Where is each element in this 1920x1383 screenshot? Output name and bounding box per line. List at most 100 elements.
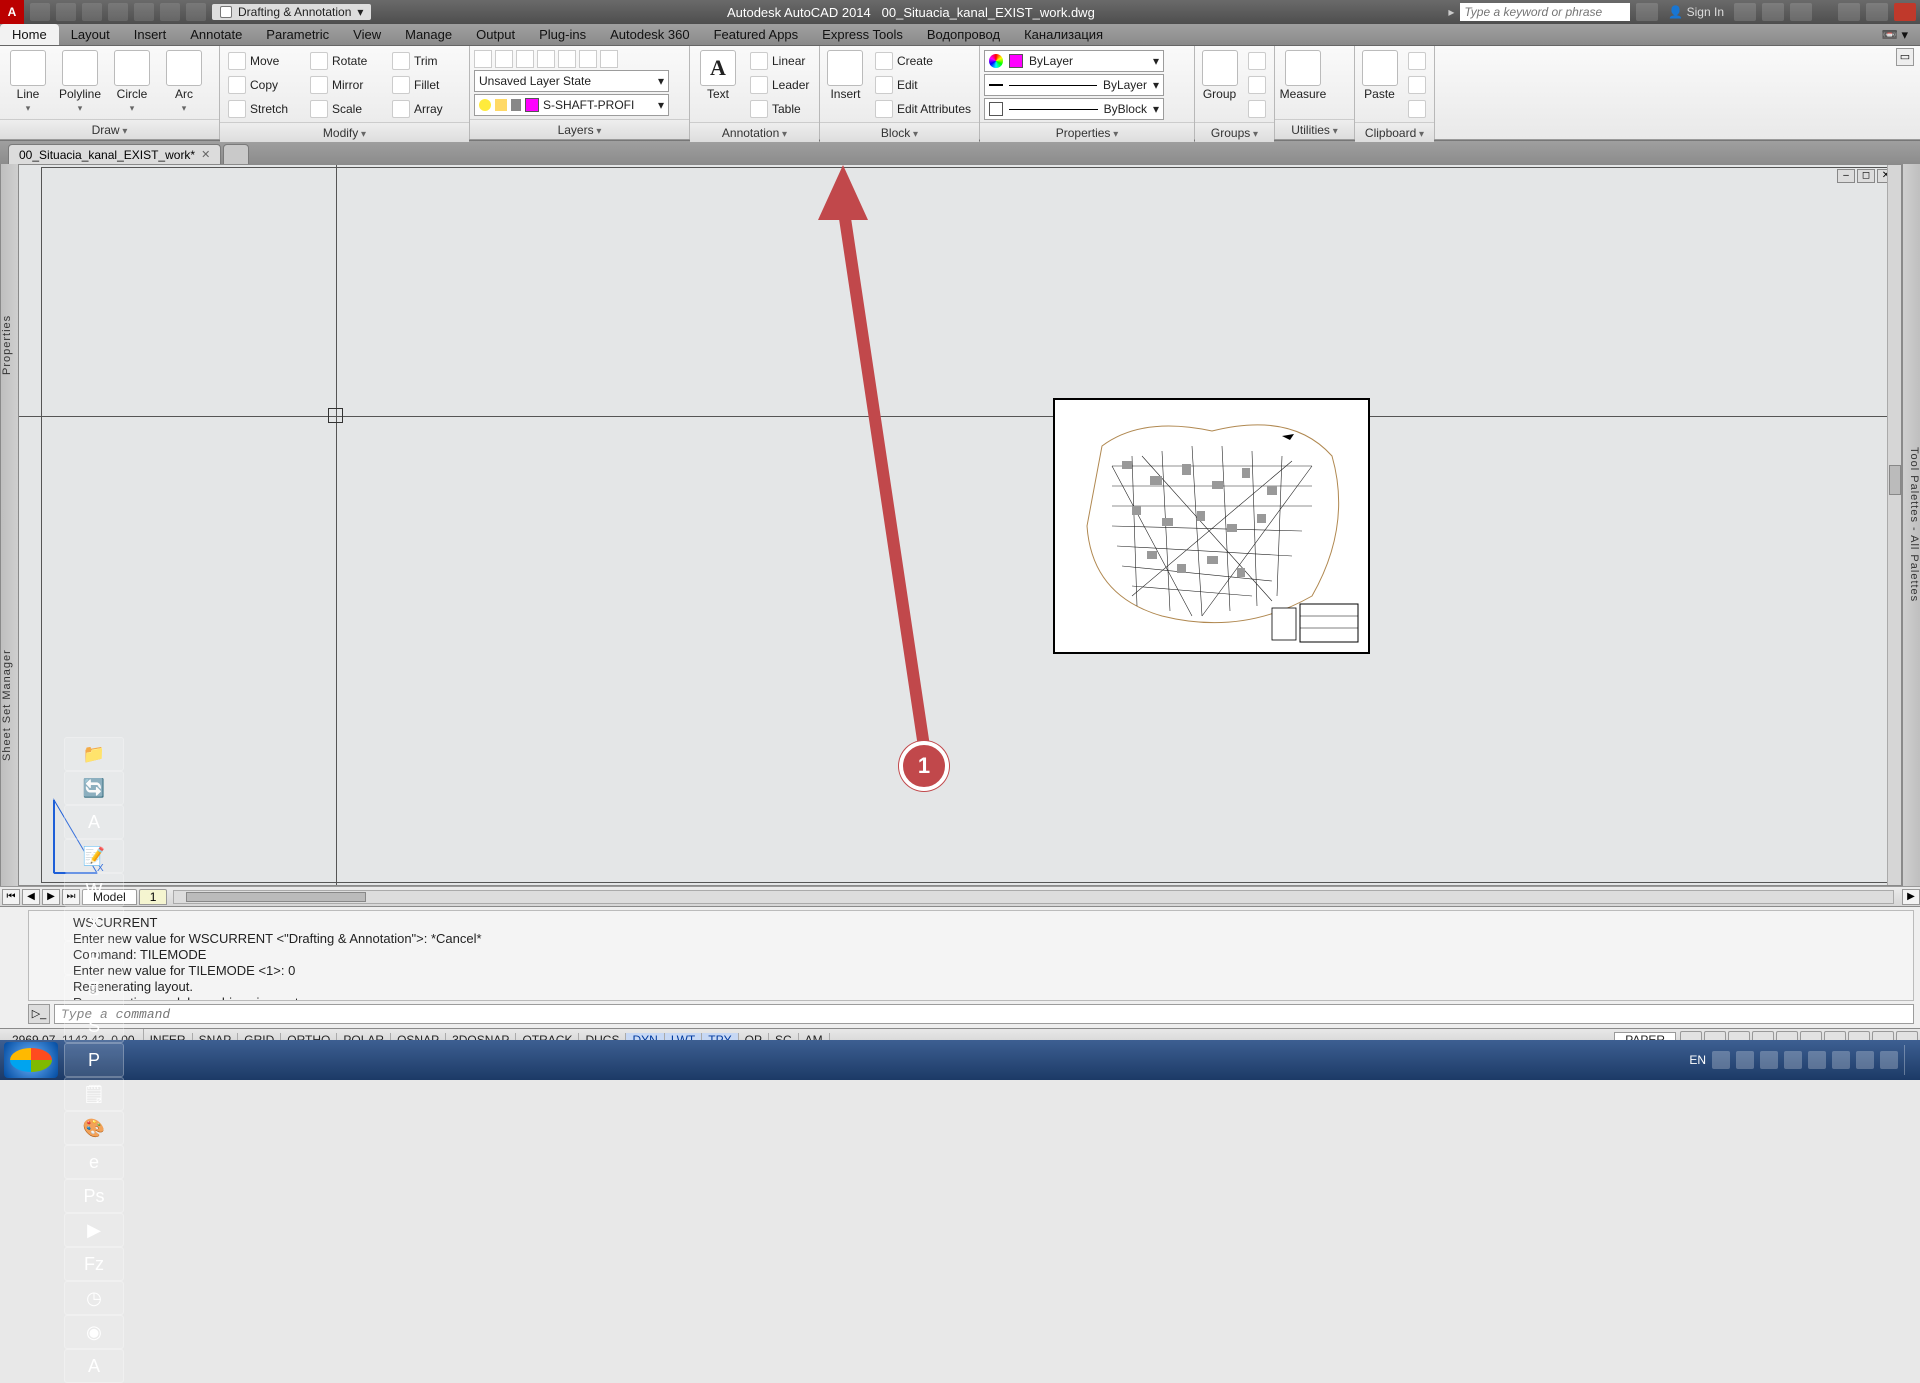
matchprop-icon[interactable] bbox=[1404, 98, 1430, 120]
ribbon-tab-канализация[interactable]: Канализация bbox=[1012, 24, 1115, 45]
layer-lock-icon[interactable] bbox=[537, 50, 555, 68]
copy-button[interactable]: Copy bbox=[224, 74, 300, 96]
ribbon-overflow-button[interactable]: 📼 ▾ bbox=[1870, 24, 1920, 45]
tray-lang[interactable]: EN bbox=[1689, 1053, 1706, 1067]
qat-undo-icon[interactable] bbox=[160, 3, 180, 21]
scale-button[interactable]: Scale bbox=[306, 98, 382, 120]
ribbon-tab-home[interactable]: Home bbox=[0, 24, 59, 45]
taskbar-app-chrome[interactable]: ◉ bbox=[64, 1315, 124, 1349]
qat-print-icon[interactable] bbox=[134, 3, 154, 21]
properties-palette-bar[interactable]: Properties bbox=[0, 164, 18, 525]
tray-acad-icon[interactable] bbox=[1880, 1051, 1898, 1069]
tray-battery-icon[interactable] bbox=[1856, 1051, 1874, 1069]
layout-prev-icon[interactable]: ◀ bbox=[22, 889, 40, 905]
exchange-apps-icon[interactable] bbox=[1734, 3, 1756, 21]
ribbon-tab-annotate[interactable]: Annotate bbox=[178, 24, 254, 45]
drawing-tab[interactable]: 00_Situacia_kanal_EXIST_work* ✕ bbox=[8, 144, 221, 164]
ribbon-tab-output[interactable]: Output bbox=[464, 24, 527, 45]
taskbar-app-paint[interactable]: 🎨 bbox=[64, 1111, 124, 1145]
layer-iso-icon[interactable] bbox=[600, 50, 618, 68]
tray-bt-icon[interactable] bbox=[1832, 1051, 1850, 1069]
taskbar-app-photoshop[interactable]: Ps bbox=[64, 1179, 124, 1213]
layout-viewport[interactable] bbox=[1053, 398, 1370, 654]
command-prompt-icon[interactable]: ▷_ bbox=[28, 1004, 50, 1024]
ribbon-tab-express-tools[interactable]: Express Tools bbox=[810, 24, 915, 45]
vp-minimize-icon[interactable]: – bbox=[1837, 169, 1855, 183]
ribbon-tab-водопровод[interactable]: Водопровод bbox=[915, 24, 1012, 45]
qat-open-icon[interactable] bbox=[56, 3, 76, 21]
trim-button[interactable]: Trim bbox=[388, 50, 464, 72]
workspace-dropdown[interactable]: Drafting & Annotation ▾ bbox=[212, 4, 371, 20]
scrollbar-thumb[interactable] bbox=[186, 892, 366, 902]
insert-button[interactable]: Insert bbox=[824, 48, 867, 101]
ribbon-tab-featured-apps[interactable]: Featured Apps bbox=[702, 24, 811, 45]
taskbar-app-ie[interactable]: e bbox=[64, 1145, 124, 1179]
panel-label-modify[interactable]: Modify bbox=[220, 122, 469, 142]
scrollbar-thumb[interactable] bbox=[1889, 465, 1901, 495]
array-button[interactable]: Array bbox=[388, 98, 464, 120]
taskbar-app-picasa[interactable]: ◷ bbox=[64, 1281, 124, 1315]
tray-flag-icon[interactable] bbox=[1712, 1051, 1730, 1069]
copy-icon[interactable] bbox=[1404, 74, 1430, 96]
circle-button[interactable]: Circle▾ bbox=[108, 48, 156, 114]
help-icon[interactable] bbox=[1790, 3, 1812, 21]
linear-button[interactable]: Linear bbox=[746, 50, 813, 72]
taskbar-app-notes[interactable]: 🗒 bbox=[64, 1077, 124, 1111]
stay-connected-icon[interactable] bbox=[1762, 3, 1784, 21]
cut-icon[interactable] bbox=[1404, 50, 1430, 72]
group-button[interactable]: Group bbox=[1199, 48, 1240, 101]
layer-props-icon[interactable] bbox=[474, 50, 492, 68]
search-icon[interactable] bbox=[1636, 3, 1658, 21]
ribbon-tab-manage[interactable]: Manage bbox=[393, 24, 464, 45]
lineweight-dropdown[interactable]: ByBlock▾ bbox=[984, 98, 1164, 120]
panel-label-properties[interactable]: Properties bbox=[980, 122, 1194, 142]
infocenter-arrow-icon[interactable]: ▸ bbox=[1448, 5, 1454, 19]
tray-action-icon[interactable] bbox=[1784, 1051, 1802, 1069]
panel-label-groups[interactable]: Groups bbox=[1195, 122, 1274, 142]
drawing-canvas[interactable]: – ◻ ✕ bbox=[18, 164, 1902, 886]
text-button[interactable]: AText bbox=[694, 48, 742, 101]
close-icon[interactable]: ✕ bbox=[201, 148, 210, 161]
tray-network-icon[interactable] bbox=[1736, 1051, 1754, 1069]
group-edit-icon[interactable] bbox=[1244, 74, 1270, 96]
ribbon-tab-layout[interactable]: Layout bbox=[59, 24, 122, 45]
stretch-button[interactable]: Stretch bbox=[224, 98, 300, 120]
panel-label-layers[interactable]: Layers bbox=[470, 119, 689, 139]
measure-button[interactable]: Measure bbox=[1279, 48, 1327, 101]
move-button[interactable]: Move bbox=[224, 50, 300, 72]
panel-label-utilities[interactable]: Utilities bbox=[1275, 119, 1354, 139]
rotate-button[interactable]: Rotate bbox=[306, 50, 382, 72]
edit-button[interactable]: Edit bbox=[871, 74, 975, 96]
taskbar-app-notepad[interactable]: 📝 bbox=[64, 839, 124, 873]
create-button[interactable]: Create bbox=[871, 50, 975, 72]
ribbon-tab-insert[interactable]: Insert bbox=[122, 24, 179, 45]
panel-label-draw[interactable]: Draw bbox=[0, 119, 219, 139]
minimize-button[interactable] bbox=[1838, 3, 1860, 21]
group-select-icon[interactable] bbox=[1244, 98, 1270, 120]
tool-palettes-bar[interactable]: Tool Palettes - All Palettes bbox=[1902, 164, 1920, 886]
taskbar-app-powerpoint[interactable]: P bbox=[64, 941, 124, 975]
layer-match-icon[interactable] bbox=[558, 50, 576, 68]
ribbon-tab-parametric[interactable]: Parametric bbox=[254, 24, 341, 45]
ribbon-minimize-button[interactable]: ▭ bbox=[1896, 48, 1914, 66]
command-history[interactable]: ✕WSCURRENT Enter new value for WSCURRENT… bbox=[28, 910, 1914, 1001]
taskbar-app-filezilla[interactable]: Fz bbox=[64, 1247, 124, 1281]
taskbar-app-skype[interactable]: S bbox=[64, 1009, 124, 1043]
qat-new-icon[interactable] bbox=[30, 3, 50, 21]
taskbar-app-project[interactable]: P bbox=[64, 1043, 124, 1077]
leader-button[interactable]: Leader bbox=[746, 74, 813, 96]
qat-saveas-icon[interactable] bbox=[108, 3, 128, 21]
qat-redo-icon[interactable] bbox=[186, 3, 206, 21]
ribbon-tab-autodesk-360[interactable]: Autodesk 360 bbox=[598, 24, 702, 45]
edit-attributes-button[interactable]: Edit Attributes bbox=[871, 98, 975, 120]
layout-next-icon[interactable]: ▶ bbox=[42, 889, 60, 905]
fillet-button[interactable]: Fillet bbox=[388, 74, 464, 96]
taskbar-app-autocad2[interactable]: A bbox=[64, 1349, 124, 1383]
layer-state-dropdown[interactable]: Unsaved Layer State▾ bbox=[474, 70, 669, 92]
sheetset-palette-bar[interactable]: Sheet Set Manager bbox=[0, 525, 18, 886]
ribbon-tab-plug-ins[interactable]: Plug-ins bbox=[527, 24, 598, 45]
layout-tab-1[interactable]: 1 bbox=[139, 889, 168, 905]
taskbar-app-word[interactable]: W bbox=[64, 873, 124, 907]
close-button[interactable] bbox=[1894, 3, 1916, 21]
horizontal-scrollbar[interactable] bbox=[173, 890, 1894, 904]
